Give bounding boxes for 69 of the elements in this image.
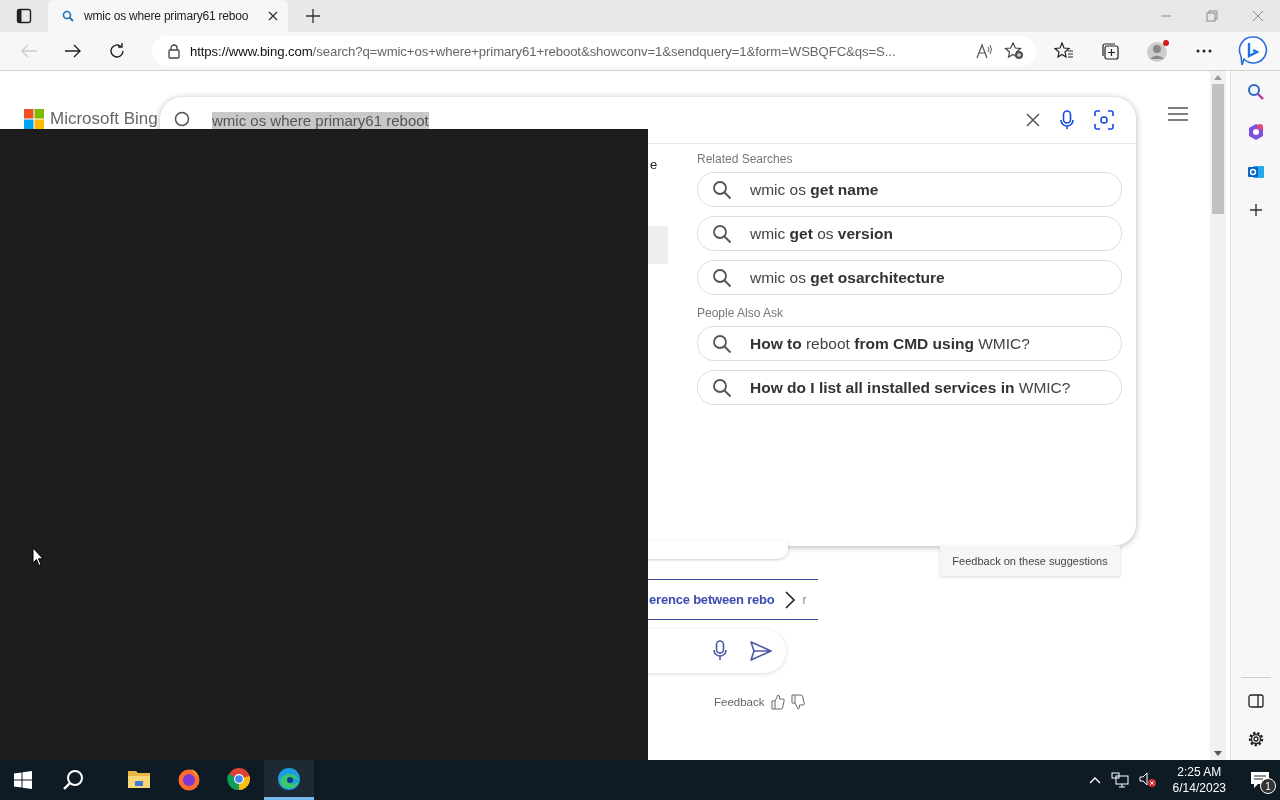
- microphone-icon[interactable]: [1060, 110, 1074, 130]
- suggestion-item[interactable]: wmic os get osarchitecture: [697, 260, 1122, 295]
- search-icon: [712, 267, 732, 288]
- suggestion-item[interactable]: wmic os get name: [697, 172, 1122, 207]
- logo[interactable]: Microsoft Bing: [24, 109, 158, 129]
- taskbar-app[interactable]: [264, 760, 314, 800]
- section-heading: People Also Ask: [697, 306, 785, 320]
- network-icon[interactable]: [1110, 772, 1129, 788]
- profile-icon[interactable]: [1146, 39, 1170, 63]
- text-fragment: r: [802, 592, 807, 607]
- chevron-up-icon[interactable]: [1088, 776, 1101, 784]
- scroll-down-icon[interactable]: [1214, 751, 1222, 756]
- mail-icon[interactable]: [1246, 163, 1265, 181]
- menu-icon[interactable]: [1168, 107, 1188, 121]
- scrollbar-thumb[interactable]: [1212, 84, 1224, 214]
- logo-icon: [24, 109, 44, 129]
- send-icon[interactable]: [750, 641, 772, 661]
- tab-title: wmic os where primary61 reboo: [84, 9, 250, 23]
- search-icon: [712, 377, 732, 398]
- search-icon: [712, 333, 732, 354]
- tab-actions-icon[interactable]: [16, 8, 32, 24]
- search-query[interactable]: wmic os where primary61 reboot: [212, 111, 429, 129]
- read-aloud-icon[interactable]: [976, 43, 994, 59]
- notifications-button[interactable]: 1: [1240, 760, 1280, 800]
- hexagon-icon[interactable]: [1246, 123, 1265, 141]
- favorites-icon[interactable]: [1054, 42, 1074, 60]
- forward-icon[interactable]: [64, 43, 82, 59]
- firefox-icon: [177, 766, 201, 791]
- feedback-link[interactable]: Feedback: [714, 696, 765, 708]
- more-icon[interactable]: [1196, 49, 1212, 53]
- new-tab-icon[interactable]: [306, 9, 320, 23]
- search-icon: [174, 111, 192, 129]
- url-text: https://www.bing.com/search?q=wmic+os+where+primary61+reboot&showconv=1&sendquery=1&form=WSBQFC&qs=S...: [190, 43, 897, 59]
- chat-highlight: [648, 226, 668, 264]
- add-icon[interactable]: [1248, 203, 1263, 217]
- logo-text: Microsoft Bing: [50, 109, 158, 129]
- search-icon: [712, 179, 732, 200]
- edge-icon: [277, 766, 301, 791]
- chrome-icon: [227, 766, 251, 791]
- cursor-icon: [32, 547, 44, 567]
- browser-tab[interactable]: wmic os where primary61 reboo: [48, 0, 288, 32]
- text-fragment: e: [650, 157, 658, 172]
- settings-icon[interactable]: [1246, 730, 1265, 748]
- feedback-suggestions-button[interactable]: Feedback on these suggestions: [940, 546, 1120, 576]
- speaker-muted-icon[interactable]: [1138, 772, 1157, 788]
- search-icon: [62, 10, 74, 22]
- suggestion-item[interactable]: How to reboot from CMD using WMIC?: [697, 326, 1122, 361]
- clear-icon[interactable]: [1026, 113, 1040, 127]
- add-favorite-icon[interactable]: [1004, 42, 1024, 60]
- start-icon[interactable]: [14, 771, 32, 789]
- search-icon[interactable]: [62, 769, 84, 791]
- scrollbar[interactable]: [1210, 71, 1226, 760]
- clock-date[interactable]: 6/14/2023: [1172, 780, 1226, 796]
- microphone-icon[interactable]: [712, 640, 728, 662]
- suggestion-item[interactable]: wmic get os version: [697, 216, 1122, 251]
- lock-icon: [168, 43, 180, 59]
- refresh-icon[interactable]: [108, 42, 126, 60]
- collections-icon[interactable]: [1100, 42, 1120, 60]
- suggestion-item[interactable]: How do I list all installed services in WMIC?: [697, 370, 1122, 405]
- section-heading: Related Searches: [697, 152, 794, 166]
- close-icon[interactable]: [268, 11, 278, 21]
- sidebar-toggle-icon[interactable]: [1247, 694, 1264, 708]
- clock-time[interactable]: 2:25 AM: [1177, 764, 1222, 780]
- search-icon: [712, 223, 732, 244]
- address-bar[interactable]: https://www.bing.com/search?q=wmic+os+where+primary61+reboot&showconv=1&sendquery=1&form=WSBQFC&qs=S...: [152, 36, 1036, 66]
- visual-search-icon[interactable]: [1094, 110, 1114, 130]
- thumbs-up-icon[interactable]: [770, 694, 785, 710]
- thumbs-down-icon[interactable]: [790, 694, 805, 710]
- notification-count: 1: [1260, 778, 1276, 794]
